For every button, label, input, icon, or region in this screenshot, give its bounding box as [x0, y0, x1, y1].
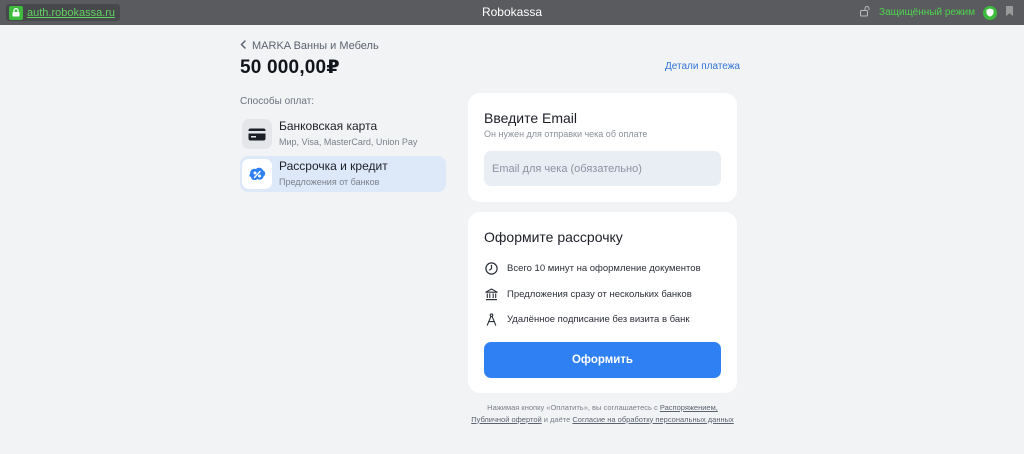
email-card-subtitle: Он нужен для отправки чека об оплате	[484, 129, 648, 139]
public-offer-link[interactable]: Публичной офертой	[471, 415, 541, 424]
payment-details-link[interactable]: Детали платежа	[665, 61, 740, 72]
method-name: Рассрочка и кредит	[279, 159, 388, 173]
method-subtitle: Мир, Visa, MasterCard, Union Pay	[279, 137, 418, 147]
email-card: Введите Email Он нужен для отправки чека…	[468, 93, 737, 202]
feature-text: Предложения сразу от нескольких банков	[507, 288, 692, 300]
feature-text: Удалённое подписание без визита в банк	[507, 313, 690, 325]
feature-item: Всего 10 минут на оформление документов	[484, 261, 701, 275]
installment-card-title: Оформите рассрочку	[484, 229, 623, 245]
shield-icon	[983, 5, 997, 20]
email-input[interactable]	[484, 151, 721, 186]
clock-icon	[484, 261, 498, 275]
merchant-name: MARKA Ванны и Мебель	[252, 40, 379, 52]
chevron-left-icon	[240, 40, 246, 52]
legal-prefix: Нажимая кнопку «Оплатить», вы соглашаете…	[487, 403, 660, 412]
email-card-title: Введите Email	[484, 110, 578, 126]
browser-title-bar: auth.robokassa.ru Robokassa Защищённый р…	[0, 0, 1024, 25]
legal-notice: Нажимая кнопку «Оплатить», вы соглашаете…	[468, 402, 737, 425]
method-installment[interactable]: Рассрочка и кредит Предложения от банков	[240, 156, 446, 192]
regulation-link[interactable]: Распоряжением,	[660, 403, 718, 412]
payment-amount: 50 000,00₽	[240, 57, 340, 78]
method-name: Банковская карта	[279, 119, 378, 133]
apply-installment-button[interactable]: Оформить	[484, 342, 721, 378]
back-to-merchant-link[interactable]: MARKA Ванны и Мебель	[240, 40, 379, 52]
feature-text: Всего 10 минут на оформление документов	[507, 262, 701, 274]
payment-methods-title: Способы оплат:	[240, 96, 315, 107]
secure-mode-label: Защищённый режим	[879, 7, 975, 18]
unlock-icon[interactable]	[859, 4, 871, 22]
compass-pen-icon	[484, 312, 498, 326]
method-subtitle: Предложения от банков	[279, 177, 380, 187]
bank-icon	[484, 287, 498, 301]
method-bank-card[interactable]: Банковская карта Мир, Visa, MasterCard, …	[240, 116, 446, 152]
secure-mode-indicator[interactable]: Защищённый режим	[859, 0, 1014, 25]
personal-data-consent-link[interactable]: Согласие на обработку персональных данны…	[572, 415, 733, 424]
feature-item: Предложения сразу от нескольких банков	[484, 287, 692, 301]
credit-card-icon	[242, 119, 272, 149]
installment-icon	[242, 159, 272, 189]
bookmark-icon[interactable]	[1005, 4, 1014, 22]
installment-card: Оформите рассрочку Всего 10 минут на офо…	[468, 212, 737, 393]
legal-middle: и даёте	[541, 414, 573, 424]
feature-item: Удалённое подписание без визита в банк	[484, 312, 690, 326]
